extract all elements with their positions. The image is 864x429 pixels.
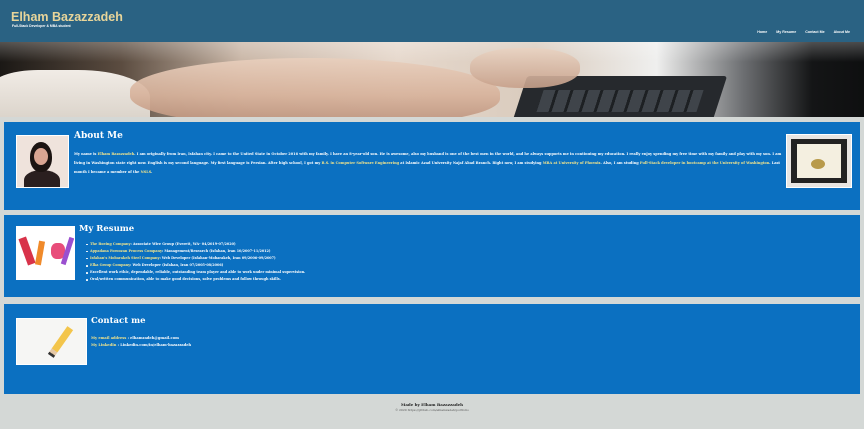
- page-footer: Made by Elham Bazazzadeh © 2020 https://…: [0, 401, 864, 413]
- work-experience-image: [16, 226, 75, 280]
- hero-keyboard-keys: [536, 90, 704, 112]
- contact-me-image: [16, 318, 87, 365]
- nav-my-resume[interactable]: My Resume: [776, 30, 796, 34]
- resume-section: My Resume The Boeing Company: Associate …: [4, 215, 860, 297]
- about-title: About Me: [74, 131, 123, 141]
- about-section: About Me My name is Elham Bazazzadeh. I …: [4, 122, 860, 210]
- hero-highlight: [0, 42, 864, 62]
- resume-title: My Resume: [79, 224, 135, 234]
- contact-section: Contact me My email address : elhamzadeh…: [4, 304, 860, 394]
- about-degree: B.S. in Computer Software Engineering: [321, 161, 400, 165]
- about-bootcamp: Full-Stack developer in bootcamp at the …: [639, 161, 770, 165]
- resume-item: Elka Group Company: Web Developer (Isfah…: [86, 262, 305, 269]
- resume-item: Excellent work ethic, dependable, reliab…: [86, 269, 305, 276]
- about-name: Elham Bazazzadeh: [97, 152, 135, 156]
- footer-copyright[interactable]: © 2020 https://github.com/elhamzadeh/por…: [0, 408, 864, 413]
- contact-lines: My email address : elhamzadeh@gmail.com …: [91, 335, 191, 349]
- hero-hand: [130, 58, 500, 117]
- site-title: Elham Bazazzadeh: [11, 10, 123, 24]
- site-subtitle: Full-Stack Developer & MBA student: [12, 24, 71, 28]
- nav-contact-me[interactable]: Contact Me: [805, 30, 824, 34]
- resume-list: The Boeing Company: Associate Wire Group…: [86, 241, 305, 284]
- resume-item: Isfahan's Mobarakeh Steel Company: Web D…: [86, 255, 305, 262]
- site-header: Elham Bazazzadeh Full-Stack Developer & …: [0, 0, 864, 42]
- main-nav: Home My Resume Contact Me About Me: [757, 30, 850, 34]
- about-paragraph: My name is Elham Bazazzadeh. I am origin…: [74, 152, 782, 174]
- nav-about-me[interactable]: About Me: [834, 30, 850, 34]
- contact-linkedin[interactable]: My LinkedIn : Linkedin.com/in/elham-baza…: [91, 342, 191, 349]
- about-nsls: NSLS: [140, 170, 152, 174]
- resume-item: Appadana Foroozan Process Company: Manag…: [86, 248, 305, 255]
- hero-sleeve: [0, 70, 150, 117]
- contact-title: Contact me: [91, 316, 146, 326]
- resume-item: The Boeing Company: Associate Wire Group…: [86, 241, 305, 248]
- hero-banner-image: [0, 42, 864, 117]
- footer-made-by: Made by Elham Bazazzadeh: [400, 402, 464, 407]
- resume-item: Oral/written communication, able to make…: [86, 276, 305, 283]
- nav-home[interactable]: Home: [757, 30, 767, 34]
- diploma-image: [786, 134, 852, 188]
- profile-photo: [16, 135, 69, 188]
- hero-hand-right: [470, 48, 580, 88]
- contact-email[interactable]: My email address : elhamzadeh@gmail.com: [91, 335, 191, 342]
- about-mba: MBA at University of Phoenix: [542, 161, 601, 165]
